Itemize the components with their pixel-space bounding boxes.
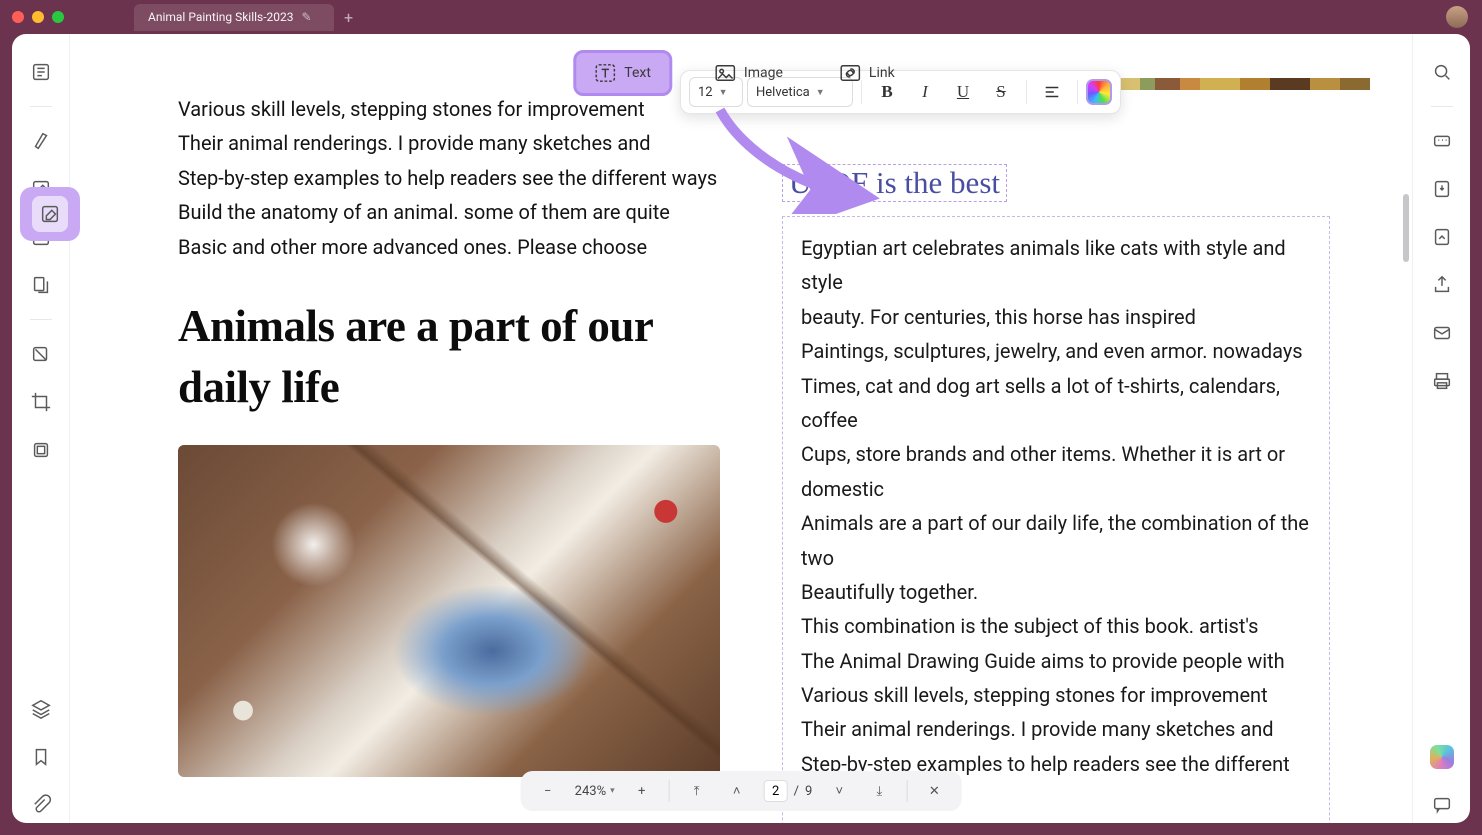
close-bar-button[interactable]: ✕ — [921, 778, 947, 804]
ocr-icon[interactable] — [1424, 123, 1460, 159]
reader-mode-icon[interactable] — [23, 54, 59, 90]
text-line: The Animal Drawing Guide aims to provide… — [801, 644, 1311, 678]
inserted-text[interactable]: UPDF is the best — [789, 165, 1000, 200]
body-text-left[interactable]: Various skill levels, stepping stones fo… — [178, 92, 738, 264]
text-line: Step-by-step examples to help readers se… — [178, 161, 738, 195]
chevron-down-icon: ▾ — [610, 786, 615, 796]
first-page-button[interactable]: ⤒ — [684, 778, 710, 804]
text-line: Various skill levels, stepping stones fo… — [178, 92, 738, 126]
attachment-icon[interactable] — [23, 787, 59, 823]
strikethrough-button[interactable]: S — [984, 77, 1018, 107]
bottom-bar: − 243%▾ + ⤒ ˄ / 9 ˅ ⤓ ✕ — [521, 771, 962, 811]
next-page-button[interactable]: ˅ — [826, 778, 852, 804]
page-input[interactable] — [764, 780, 788, 802]
text-tool-label: Text — [624, 65, 651, 81]
divider — [1026, 80, 1027, 104]
text-line: Times, cat and dog art sells a lot of t-… — [801, 369, 1311, 438]
print-icon[interactable] — [1424, 363, 1460, 399]
underline-button[interactable]: U — [946, 77, 980, 107]
text-line: Paintings, sculptures, jewelry, and even… — [801, 334, 1311, 368]
text-line: Their animal renderings. I provide many … — [801, 712, 1311, 746]
page-total: 9 — [805, 784, 812, 799]
align-button[interactable] — [1035, 77, 1069, 107]
divider — [669, 780, 670, 802]
email-icon[interactable] — [1424, 315, 1460, 351]
share-icon[interactable] — [1424, 267, 1460, 303]
new-tab-button[interactable]: + — [344, 8, 353, 27]
zoom-level[interactable]: 243%▾ — [575, 784, 615, 799]
zoom-in-button[interactable]: + — [629, 778, 655, 804]
image-tool-button[interactable]: Image — [700, 55, 797, 91]
body-text-right[interactable]: Egyptian art celebrates animals like cat… — [782, 216, 1330, 823]
right-sidebar — [1412, 34, 1470, 823]
divider — [30, 106, 52, 107]
text-line: This combination is the subject of this … — [801, 609, 1311, 643]
text-line: Basic and other more advanced ones. Plea… — [178, 230, 738, 264]
link-tool-label: Link — [869, 65, 895, 81]
zoom-out-button[interactable]: − — [535, 778, 561, 804]
divider — [30, 319, 52, 320]
layers-icon[interactable] — [23, 691, 59, 727]
minimize-window-icon[interactable] — [32, 11, 44, 23]
page-indicator: / 9 — [764, 780, 813, 802]
divider — [1077, 80, 1078, 104]
italic-button[interactable]: I — [908, 77, 942, 107]
text-line: Various skill levels, stepping stones fo… — [801, 678, 1311, 712]
pencil-icon: ✎ — [302, 10, 312, 24]
redact-icon[interactable] — [23, 336, 59, 372]
text-line: Build the anatomy of an animal. some of … — [178, 195, 738, 229]
close-window-icon[interactable] — [12, 11, 24, 23]
document-canvas[interactable]: Text Image Link 12▼ Helvetica▼ B I U S — [70, 34, 1412, 823]
last-page-button[interactable]: ⤓ — [866, 778, 892, 804]
text-tool-button[interactable]: Text — [573, 50, 672, 96]
edit-pdf-icon[interactable] — [32, 196, 68, 232]
text-line: Animals are a part of our daily life, th… — [801, 506, 1311, 575]
edit-tool-highlight — [20, 187, 80, 241]
prev-page-button[interactable]: ˄ — [724, 778, 750, 804]
text-line: beauty. For centuries, this horse has in… — [801, 300, 1311, 334]
compress-icon[interactable] — [23, 432, 59, 468]
text-line: Build the anatomy of an animal. some of … — [801, 816, 1311, 823]
text-line: Beautifully together. — [801, 575, 1311, 609]
text-color-button[interactable] — [1086, 79, 1112, 105]
export-image-icon[interactable] — [1424, 171, 1460, 207]
left-sidebar — [12, 34, 70, 823]
convert-icon[interactable] — [1424, 219, 1460, 255]
highlighter-icon[interactable] — [23, 123, 59, 159]
organize-pages-icon[interactable] — [23, 267, 59, 303]
tab-title: Animal Painting Skills-2023 — [148, 10, 294, 24]
avatar[interactable] — [1446, 6, 1468, 28]
updf-logo-icon[interactable] — [1424, 739, 1460, 775]
crop-icon[interactable] — [23, 384, 59, 420]
link-tool-button[interactable]: Link — [825, 55, 909, 91]
window-traffic-lights[interactable] — [12, 11, 64, 23]
text-line: Egyptian art celebrates animals like cat… — [801, 231, 1311, 300]
bookmark-icon[interactable] — [23, 739, 59, 775]
text-line: Their animal renderings. I provide many … — [178, 126, 738, 160]
scrollbar-thumb[interactable] — [1403, 194, 1409, 262]
article-image[interactable] — [178, 445, 720, 777]
edit-toolbar: Text Image Link — [573, 50, 908, 96]
text-line: Cups, store brands and other items. Whet… — [801, 437, 1311, 506]
comment-icon[interactable] — [1424, 787, 1460, 823]
document-tab[interactable]: Animal Painting Skills-2023 ✎ — [134, 4, 334, 31]
inserted-text-box[interactable]: UPDF is the best — [782, 164, 1007, 202]
divider — [1431, 106, 1453, 107]
image-tool-label: Image — [744, 65, 783, 81]
divider — [906, 780, 907, 802]
heading[interactable]: Animals are a part of our daily life — [178, 296, 738, 418]
maximize-window-icon[interactable] — [52, 11, 64, 23]
search-icon[interactable] — [1424, 54, 1460, 90]
page-sep: / — [794, 784, 799, 799]
